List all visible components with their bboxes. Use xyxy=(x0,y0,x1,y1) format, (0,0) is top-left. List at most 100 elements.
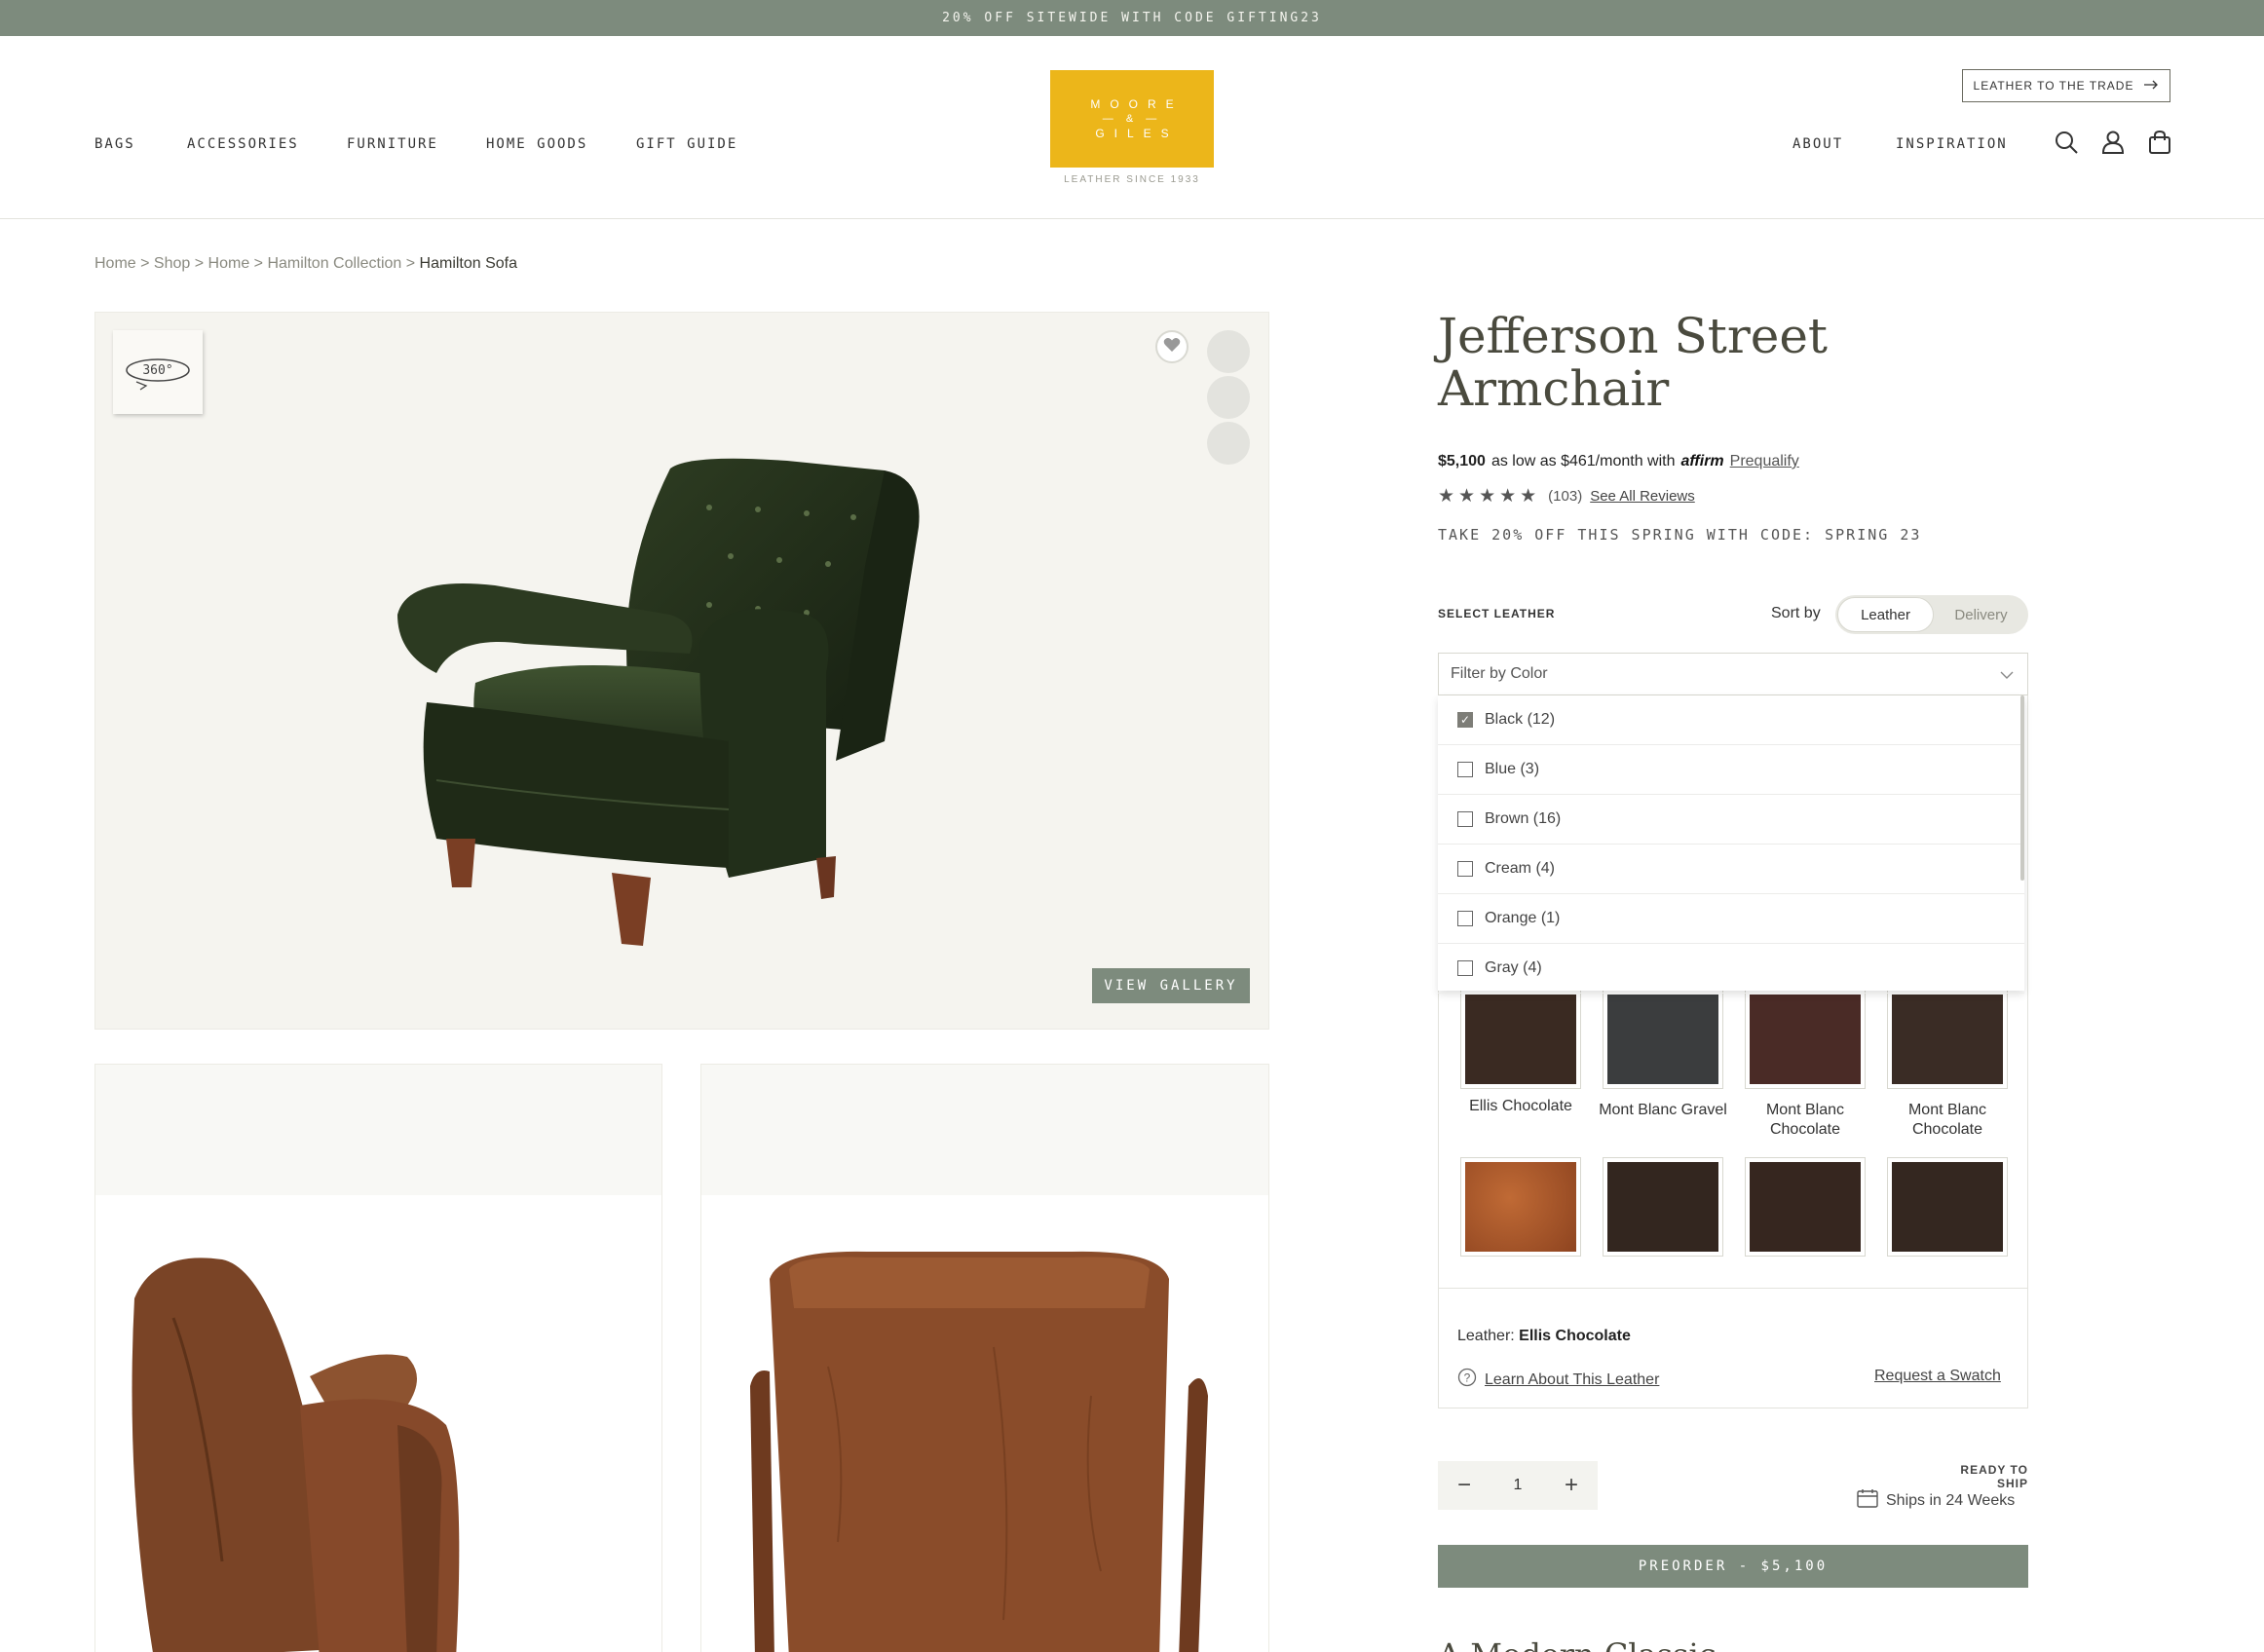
thumbnail-dot[interactable] xyxy=(1207,330,1250,373)
leather-swatch[interactable]: Mont Blanc Chocolate xyxy=(1745,990,1866,1138)
swatch-chip xyxy=(1887,990,2008,1089)
thumbnail-dot[interactable] xyxy=(1207,422,1250,465)
chevron-down-icon xyxy=(2000,667,2014,685)
swatch-name: Mont Blanc Gravel xyxy=(1599,1102,1727,1118)
quantity-stepper[interactable]: − 1 + xyxy=(1438,1461,1598,1510)
account-icon[interactable] xyxy=(2100,130,2126,155)
selected-leather-value: Ellis Chocolate xyxy=(1519,1328,1631,1344)
leather-swatch[interactable] xyxy=(1745,1157,1866,1286)
swatch-chip xyxy=(1460,990,1581,1089)
badge-360-label: 360° xyxy=(142,363,173,378)
filter-option-label: Blue (3) xyxy=(1485,761,1540,777)
nav-home-goods[interactable]: HOME GOODS xyxy=(486,136,587,152)
search-icon[interactable] xyxy=(2054,130,2079,155)
filter-option-blue[interactable]: Blue (3) xyxy=(1438,745,2024,795)
swatch-chip xyxy=(1603,990,1723,1089)
swatch-color xyxy=(1750,995,1861,1084)
review-count: (103) xyxy=(1548,488,1583,505)
swatch-chip xyxy=(1460,1157,1581,1257)
swatch-color xyxy=(1892,1162,2003,1252)
swatch-chip xyxy=(1745,990,1866,1089)
breadcrumb-collection[interactable]: Hamilton Collection xyxy=(267,255,401,272)
swatch-chip xyxy=(1887,1157,2008,1257)
nav-inspiration[interactable]: INSPIRATION xyxy=(1896,136,2008,152)
logo-line-2: — & — xyxy=(1102,113,1162,125)
swatch-color xyxy=(1465,1162,1576,1252)
minus-icon[interactable]: − xyxy=(1457,1472,1471,1499)
swatch-name: Mont Blanc Chocolate xyxy=(1907,1102,1987,1138)
ships-text: Ships in 24 Weeks xyxy=(1886,1491,2016,1509)
product-image-side[interactable] xyxy=(94,1064,662,1652)
filter-option-label: Black (12) xyxy=(1485,711,1556,728)
rating-stars: ★★★★★ xyxy=(1438,486,1541,507)
see-reviews-link[interactable]: See All Reviews xyxy=(1590,488,1695,505)
leather-swatch[interactable]: Mont Blanc Chocolate xyxy=(1887,990,2008,1138)
breadcrumb-current: Hamilton Sofa xyxy=(419,255,518,272)
checkbox[interactable] xyxy=(1457,911,1473,926)
filter-option-orange[interactable]: Orange (1) xyxy=(1438,894,2024,944)
trade-button[interactable]: LEATHER TO THE TRADE xyxy=(1962,69,2170,102)
filter-option-brown[interactable]: Brown (16) xyxy=(1438,795,2024,845)
nav-accessories[interactable]: ACCESSORIES xyxy=(187,136,299,152)
leather-swatch[interactable] xyxy=(1460,1157,1581,1286)
armchair-back-image xyxy=(750,1251,1208,1652)
breadcrumb-home[interactable]: Home xyxy=(94,255,136,272)
calendar-icon xyxy=(1857,1488,1878,1513)
breadcrumb-home-category[interactable]: Home xyxy=(208,255,250,272)
affirm-logo: affirm xyxy=(1680,453,1724,469)
checkbox[interactable] xyxy=(1457,861,1473,877)
brand-logo[interactable]: MOORE — & — GILES xyxy=(1050,70,1214,168)
armchair-image xyxy=(397,458,920,946)
logo-line-3: GILES xyxy=(1095,127,1179,140)
swatch-color xyxy=(1750,1162,1861,1252)
filter-placeholder: Filter by Color xyxy=(1451,665,1548,682)
sort-by-label: Sort by xyxy=(1771,605,1821,621)
leather-swatch[interactable] xyxy=(1603,1157,1723,1286)
view-360-button[interactable]: 360° xyxy=(113,330,203,414)
nav-gift-guide[interactable]: GIFT GUIDE xyxy=(636,136,737,152)
swatch-color xyxy=(1892,995,2003,1084)
arrow-right-icon xyxy=(2143,79,2159,93)
sort-option-delivery[interactable]: Delivery xyxy=(1934,607,2028,623)
sort-option-leather[interactable]: Leather xyxy=(1837,597,1934,632)
filter-option-gray[interactable]: Gray (4) xyxy=(1438,944,2024,994)
learn-leather-label: Learn About This Leather xyxy=(1485,1370,1660,1388)
select-leather-label: SELECT LEATHER xyxy=(1438,607,1556,620)
main-product-image[interactable]: 360° VIEW GALLERY xyxy=(94,312,1269,1030)
favorite-button[interactable] xyxy=(1155,330,1189,363)
leather-swatch[interactable]: Mont Blanc Gravel xyxy=(1599,990,1727,1118)
color-filter-dropdown[interactable]: ✓ Black (12) Blue (3) Brown (16) Cream (… xyxy=(1438,695,2024,994)
checkbox[interactable] xyxy=(1457,762,1473,777)
leather-swatch[interactable]: Ellis Chocolate xyxy=(1460,990,1581,1118)
selected-leather-label: Leather: xyxy=(1457,1328,1515,1344)
nav-about[interactable]: ABOUT xyxy=(1792,136,1843,152)
filter-option-label: Brown (16) xyxy=(1485,810,1562,827)
cart-icon[interactable] xyxy=(2147,130,2172,155)
preorder-button[interactable]: PREORDER - $5,100 xyxy=(1438,1545,2028,1588)
view-gallery-button[interactable]: VIEW GALLERY xyxy=(1092,968,1250,1003)
checkbox-checked[interactable]: ✓ xyxy=(1457,712,1473,728)
plus-icon[interactable]: + xyxy=(1565,1472,1578,1499)
nav-bags[interactable]: BAGS xyxy=(94,136,135,152)
sort-toggle[interactable]: Leather Delivery xyxy=(1835,595,2028,634)
help-icon: ? xyxy=(1457,1368,1477,1392)
request-swatch-link[interactable]: Request a Swatch xyxy=(1874,1368,2001,1385)
nav-furniture[interactable]: FURNITURE xyxy=(347,136,438,152)
filter-option-black[interactable]: ✓ Black (12) xyxy=(1438,695,2024,745)
thumbnail-dot[interactable] xyxy=(1207,376,1250,419)
filter-option-label: Cream (4) xyxy=(1485,860,1556,877)
svg-text:?: ? xyxy=(1464,1371,1471,1385)
filter-by-color-select[interactable]: Filter by Color xyxy=(1438,653,2028,695)
leather-swatch[interactable] xyxy=(1887,1157,2008,1286)
checkbox[interactable] xyxy=(1457,960,1473,976)
prequalify-link[interactable]: Prequalify xyxy=(1730,453,1799,470)
learn-leather-link[interactable]: ? Learn About This Leather xyxy=(1457,1368,1659,1392)
swatch-chip xyxy=(1745,1157,1866,1257)
dropdown-scrollbar[interactable] xyxy=(2020,695,2024,881)
product-image-back[interactable] xyxy=(700,1064,1269,1652)
filter-option-cream[interactable]: Cream (4) xyxy=(1438,845,2024,894)
preorder-label: PREORDER - $5,100 xyxy=(1638,1558,1829,1574)
breadcrumb-shop[interactable]: Shop xyxy=(154,255,190,272)
checkbox[interactable] xyxy=(1457,811,1473,827)
logo-line-1: MOORE xyxy=(1090,97,1184,111)
